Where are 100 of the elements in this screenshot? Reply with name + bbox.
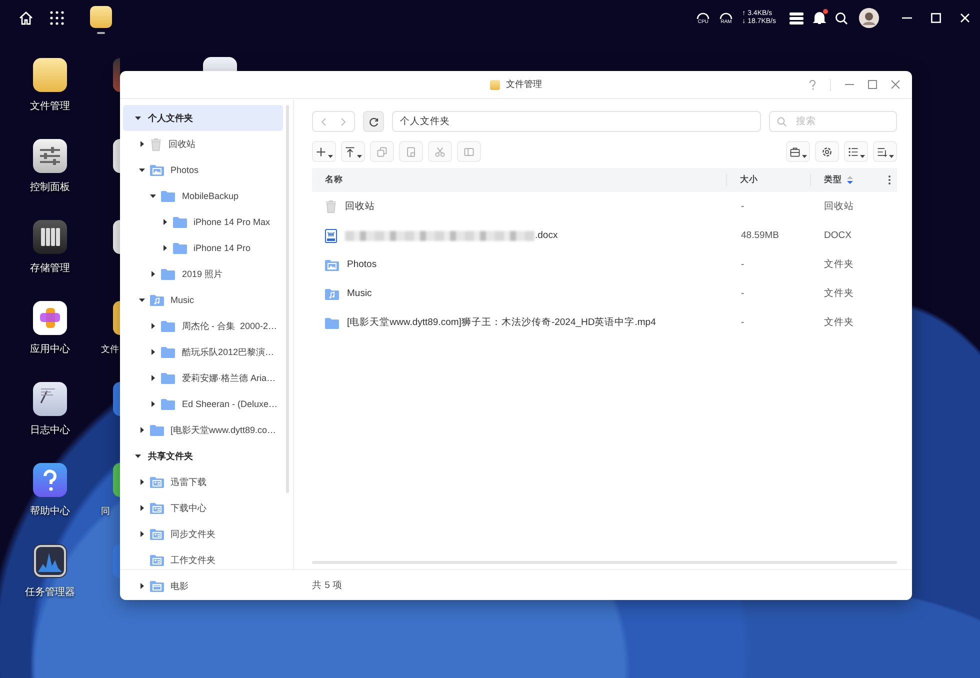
trash-icon xyxy=(150,138,162,150)
file-name[interactable]: [电影天堂www.dytt89.com]狮子王：木法沙传奇-2024_HD英语中字.mp4 xyxy=(347,316,656,329)
window-title: 文件管理 xyxy=(506,78,542,91)
refresh-icon xyxy=(368,116,378,126)
file-manager-icon xyxy=(490,80,500,90)
add-button[interactable] xyxy=(312,141,336,162)
collapse-caret-icon[interactable] xyxy=(138,505,144,511)
tree-item[interactable]: 下载中心 xyxy=(123,495,283,521)
file-type: 回收站 xyxy=(824,201,854,212)
collapse-caret-icon[interactable] xyxy=(162,245,168,251)
search-icon[interactable] xyxy=(835,12,848,24)
expand-caret-icon[interactable] xyxy=(138,297,144,303)
upload-button[interactable] xyxy=(341,141,365,162)
refresh-button[interactable] xyxy=(363,111,384,132)
expand-caret-icon[interactable] xyxy=(138,167,144,173)
folder-icon xyxy=(172,242,186,254)
collapse-caret-icon[interactable] xyxy=(138,427,144,433)
tree-item[interactable]: 爱莉安娜·格兰德 Aria… xyxy=(123,365,283,391)
file-manager-app-icon[interactable] xyxy=(33,58,67,92)
collapse-caret-icon[interactable] xyxy=(150,323,156,329)
sort-button[interactable] xyxy=(873,141,897,162)
app-icon[interactable] xyxy=(203,57,237,71)
collapse-caret-icon[interactable] xyxy=(150,349,156,355)
tree-item[interactable]: 周杰伦 - 合集 2000-2… xyxy=(123,313,283,339)
toolbox-button[interactable] xyxy=(786,141,810,162)
sort-arrows-icon[interactable] xyxy=(847,176,853,184)
settings-icon xyxy=(821,146,833,158)
tree-item[interactable]: 回收站 xyxy=(123,131,283,157)
app-icon[interactable] xyxy=(113,301,120,335)
collapse-caret-icon[interactable] xyxy=(150,375,156,381)
app-center-icon[interactable] xyxy=(33,301,67,335)
tree-item[interactable]: 酷玩乐队2012巴黎演… xyxy=(123,339,283,365)
file-size: - xyxy=(741,259,744,270)
duplicate-icon xyxy=(463,146,475,158)
collapse-caret-icon[interactable] xyxy=(162,219,168,225)
app-label: 应用中心 xyxy=(30,342,70,356)
collapse-caret-icon[interactable] xyxy=(150,271,156,277)
file-manager-taskbar-icon[interactable] xyxy=(90,6,112,28)
file-name[interactable]: 回收站 xyxy=(345,200,375,213)
expand-caret-icon[interactable] xyxy=(135,115,141,121)
file-name[interactable]: .docx xyxy=(535,230,558,241)
expand-caret-icon[interactable] xyxy=(135,453,141,459)
tree-item[interactable]: Ed Sheeran - (Deluxe… xyxy=(123,391,283,417)
task-manager-app-icon[interactable] xyxy=(33,544,67,578)
folder-icon xyxy=(172,216,186,228)
tree-item[interactable]: iPhone 14 Pro Max xyxy=(123,209,283,235)
file-name[interactable]: Photos xyxy=(347,259,377,270)
tree-item[interactable]: 同步文件夹 xyxy=(123,521,283,547)
settings-button[interactable] xyxy=(815,141,839,162)
dropdown-caret-icon xyxy=(860,155,865,158)
search-field[interactable]: 搜索 xyxy=(769,111,897,132)
logs-app-icon[interactable] xyxy=(33,382,67,416)
tree-item[interactable]: 工作文件夹 xyxy=(123,547,283,573)
notification-bell-icon[interactable] xyxy=(813,11,826,25)
control-panel-app-icon[interactable] xyxy=(33,139,67,173)
app-icon[interactable] xyxy=(113,139,120,173)
search-icon xyxy=(777,117,787,127)
home-icon[interactable] xyxy=(18,10,34,26)
item-count: 共 5 项 xyxy=(312,578,343,592)
image-folder-icon xyxy=(325,258,339,270)
file-name[interactable]: Music xyxy=(347,288,372,299)
word-document-icon xyxy=(325,228,337,242)
collapse-caret-icon[interactable] xyxy=(138,141,144,147)
folder-icon xyxy=(161,398,175,410)
more-options-icon[interactable] xyxy=(888,175,891,185)
file-type: 文件夹 xyxy=(824,288,854,299)
collapse-caret-icon[interactable] xyxy=(138,583,144,589)
dropdown-caret-icon xyxy=(357,155,362,158)
shared-folder-icon xyxy=(150,528,164,540)
tree-item[interactable]: MobileBackup xyxy=(123,183,283,209)
list-button[interactable] xyxy=(844,141,868,162)
file-size: - xyxy=(741,288,744,299)
app-icon[interactable] xyxy=(113,220,120,254)
tree-item[interactable]: 2019 照片 xyxy=(123,261,283,287)
server-icon[interactable] xyxy=(789,12,804,24)
collapse-caret-icon[interactable] xyxy=(138,479,144,485)
column-header[interactable]: 名称 xyxy=(325,174,343,186)
tree-item[interactable]: iPhone 14 Pro xyxy=(123,235,283,261)
tree-item[interactable]: 电影 xyxy=(123,573,283,599)
collapse-caret-icon[interactable] xyxy=(138,531,144,537)
tree-item[interactable]: Music xyxy=(123,287,283,313)
storage-app-icon[interactable] xyxy=(33,220,67,254)
gauge-icon[interactable] xyxy=(696,11,710,19)
app-label: 日志中心 xyxy=(30,424,70,437)
column-header[interactable]: 大小 xyxy=(740,174,758,186)
column-header[interactable]: 类型 xyxy=(824,174,842,186)
tree-section[interactable]: 个人文件夹 xyxy=(123,105,283,131)
paste-icon xyxy=(405,146,417,158)
gauge-icon[interactable] xyxy=(719,11,734,19)
path-field[interactable]: 个人文件夹 xyxy=(392,111,761,132)
help-icon[interactable] xyxy=(809,80,816,90)
app-label: 文件 xyxy=(101,343,119,356)
app-grid-icon[interactable] xyxy=(50,11,64,25)
tree-item[interactable]: [电影天堂www.dytt89.co… xyxy=(123,417,283,443)
tree-item[interactable]: Photos xyxy=(123,157,283,183)
tree-section[interactable]: 共享文件夹 xyxy=(123,443,283,469)
help-app-icon[interactable] xyxy=(33,463,67,497)
collapse-caret-icon[interactable] xyxy=(150,401,156,407)
expand-caret-icon[interactable] xyxy=(150,193,156,199)
tree-item[interactable]: 迅雷下载 xyxy=(123,469,283,495)
